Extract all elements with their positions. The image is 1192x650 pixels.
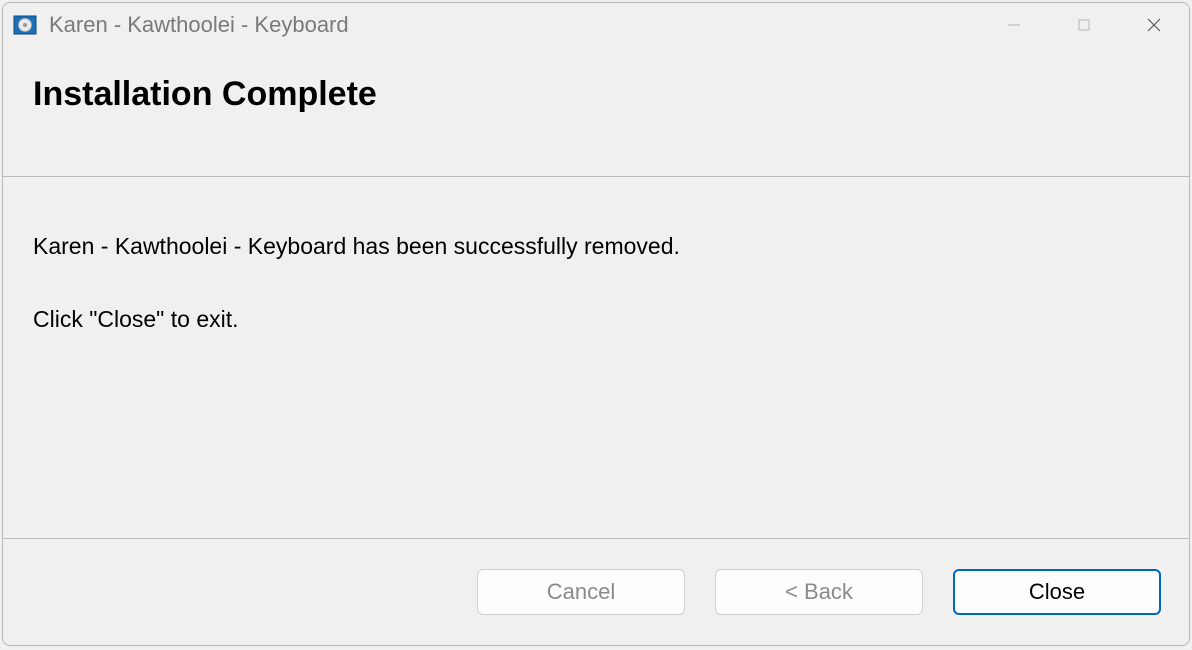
window-title: Karen - Kawthoolei - Keyboard xyxy=(49,12,979,38)
instruction-message: Click "Close" to exit. xyxy=(33,304,1159,335)
close-button[interactable]: Close xyxy=(953,569,1161,615)
minimize-button xyxy=(979,3,1049,47)
content-section: Karen - Kawthoolei - Keyboard has been s… xyxy=(3,177,1189,539)
window-controls xyxy=(979,3,1189,47)
page-title: Installation Complete xyxy=(33,75,1159,114)
installer-window: Karen - Kawthoolei - Keyboard Installati… xyxy=(2,2,1190,646)
maximize-button xyxy=(1049,3,1119,47)
titlebar: Karen - Kawthoolei - Keyboard xyxy=(3,3,1189,47)
close-window-button[interactable] xyxy=(1119,3,1189,47)
installer-icon xyxy=(13,13,37,37)
footer-section: Cancel < Back Close xyxy=(3,539,1189,645)
back-button: < Back xyxy=(715,569,923,615)
status-message: Karen - Kawthoolei - Keyboard has been s… xyxy=(33,231,1159,262)
header-section: Installation Complete xyxy=(3,47,1189,177)
cancel-button: Cancel xyxy=(477,569,685,615)
